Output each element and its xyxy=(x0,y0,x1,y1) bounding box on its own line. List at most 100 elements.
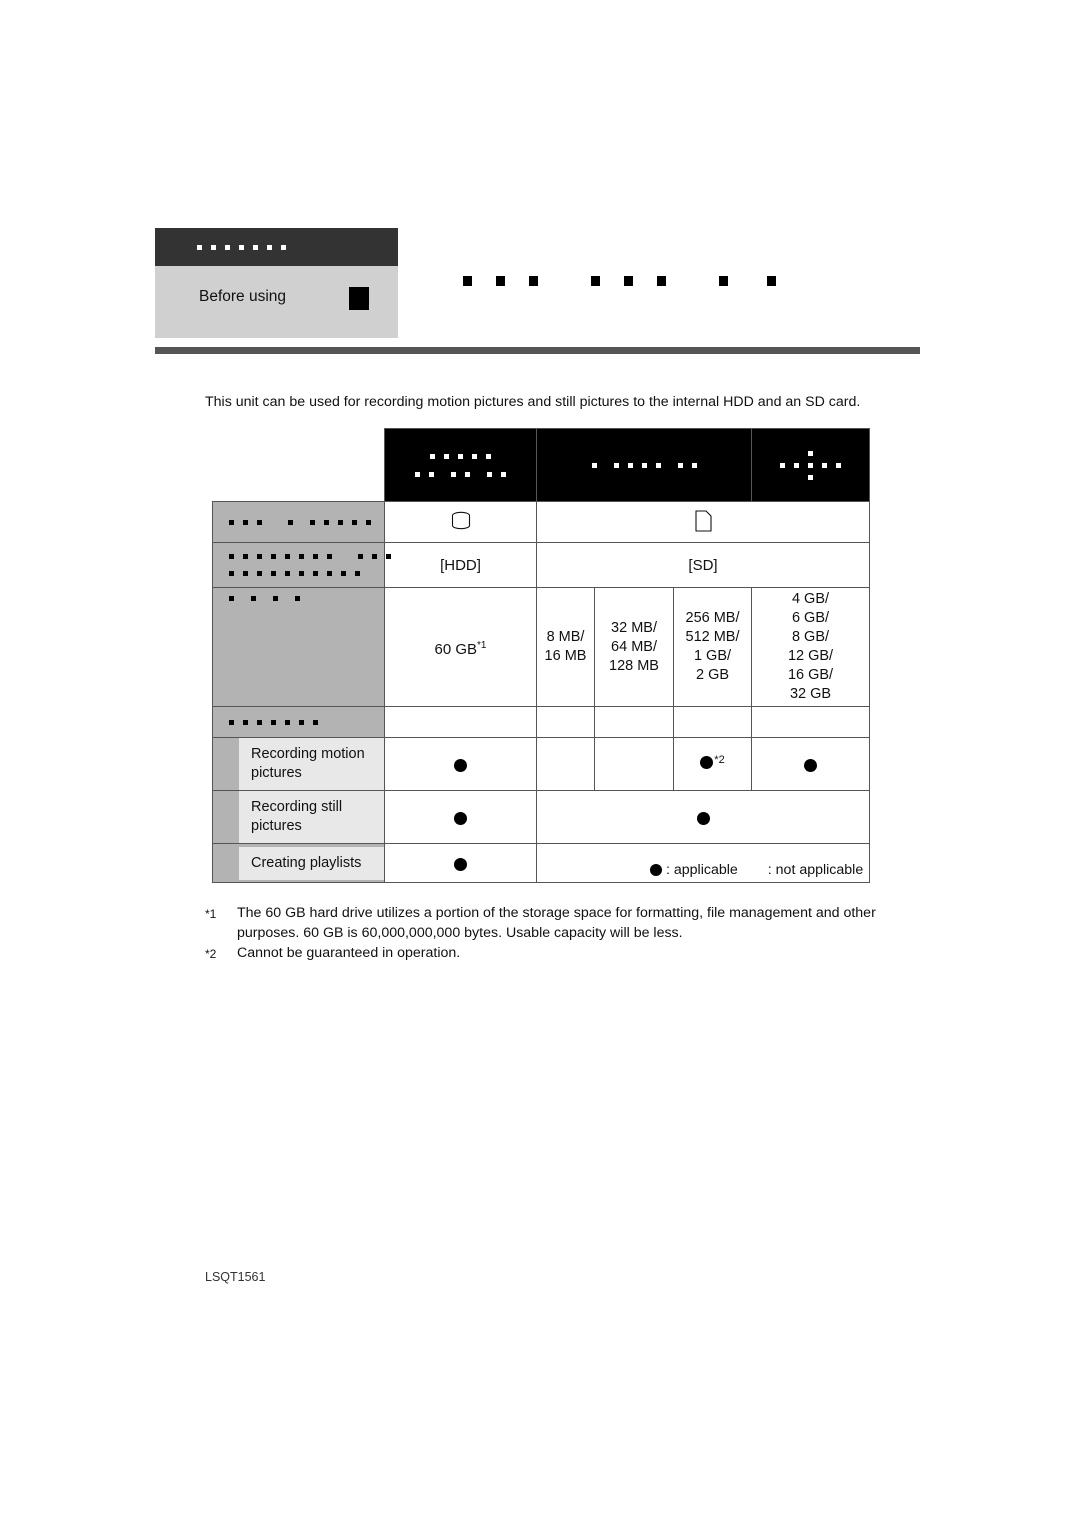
chapter-header-bar xyxy=(155,228,398,266)
redaction-dot xyxy=(267,244,272,250)
redaction-dot xyxy=(386,554,391,559)
feature-label: Creating playlists xyxy=(239,846,384,880)
sd-capacity-cell-256-2gb: 256 MB/ 512 MB/ 1 GB/ 2 GB xyxy=(672,587,753,707)
redaction-block xyxy=(719,276,728,286)
capacity-line: 128 MB xyxy=(609,657,659,674)
redaction-dot xyxy=(655,462,661,468)
header-sd-group-cell xyxy=(535,428,753,502)
applicable-bullet-icon xyxy=(454,857,467,871)
feature-group-sd-cell-8-16 xyxy=(536,706,595,738)
capacity-line: 32 MB/ xyxy=(611,619,657,636)
media-row-label-cell xyxy=(212,501,385,543)
redaction-dot xyxy=(338,519,343,525)
redaction-dot xyxy=(465,471,470,477)
capacity-line: 8 GB/ xyxy=(791,629,830,645)
feature-label-wrapper: Creating playlists xyxy=(212,843,385,883)
capacity-line: 4 GB/ xyxy=(791,591,830,607)
feature-group-sd-cell-4-32gb xyxy=(751,706,871,738)
redaction-dot xyxy=(627,462,633,468)
redaction-dot xyxy=(429,471,434,477)
redaction-dot xyxy=(358,554,363,559)
redaction-dot xyxy=(487,471,492,477)
feature-1-hdd-cell xyxy=(384,790,537,844)
redaction-dot xyxy=(257,571,262,576)
redaction-dot xyxy=(225,244,230,250)
redaction-dot xyxy=(243,519,248,525)
hdd-capacity-cell: 60 GB*1 xyxy=(384,587,537,707)
redaction-dot xyxy=(271,719,276,725)
redaction-dot xyxy=(229,554,234,559)
redaction-block xyxy=(591,276,600,286)
redaction-dot xyxy=(458,453,463,459)
capacity-line: 64 MB/ xyxy=(611,638,657,655)
redaction-dot xyxy=(299,571,304,576)
redaction-dot xyxy=(691,462,697,468)
redaction-dot xyxy=(822,462,828,468)
redaction-dot xyxy=(641,462,647,468)
redaction-block xyxy=(624,276,633,286)
redaction-dot xyxy=(288,519,293,525)
capacity-line: 256 MB/ xyxy=(685,610,740,626)
redaction-dot xyxy=(239,244,244,250)
applicable-bullet-icon xyxy=(650,864,662,876)
applicable-bullet-icon xyxy=(454,811,467,825)
tag-row-label-cell xyxy=(212,542,391,588)
sd-capacity-cell-8-16: 8 MB/ 16 MB xyxy=(536,587,595,707)
redaction-dot xyxy=(780,462,786,468)
redaction-dot xyxy=(299,719,304,725)
redaction-dot xyxy=(229,571,234,576)
redaction-block xyxy=(463,276,472,286)
redaction-dot xyxy=(355,571,360,576)
sd-capacity-cell-4-32gb: 4 GB/ 6 GB/ 8 GB/ 12 GB/ 16 GB/ 32 GB xyxy=(751,587,871,707)
redaction-dot xyxy=(430,453,435,459)
redaction-dot xyxy=(229,596,234,601)
redaction-dot xyxy=(313,571,318,576)
legend-not-applicable-text: : not applicable xyxy=(767,862,864,878)
redaction-dot xyxy=(243,571,248,576)
redaction-dot xyxy=(243,719,248,725)
redaction-dot xyxy=(197,244,202,250)
redaction-dot xyxy=(677,462,683,468)
redaction-dot xyxy=(472,453,477,459)
chapter-header-body: Before using xyxy=(155,266,398,338)
footnote: *2 Cannot be guaranteed in operation. xyxy=(205,943,885,964)
redaction-dot xyxy=(836,462,842,468)
footnotes: *1 The 60 GB hard drive utilizes a porti… xyxy=(205,903,885,964)
sd-capacity-cell-32-128: 32 MB/ 64 MB/ 128 MB xyxy=(594,587,674,707)
intro-paragraph: This unit can be used for recording moti… xyxy=(205,394,861,411)
header-hdd-group-cell xyxy=(384,428,537,502)
redaction-dot xyxy=(327,554,332,559)
applicable-bullet-icon xyxy=(696,811,710,825)
redaction-dot xyxy=(285,719,290,725)
redaction-dot xyxy=(295,596,300,601)
black-square-marker-icon xyxy=(349,287,369,310)
footnote: *1 The 60 GB hard drive utilizes a porti… xyxy=(205,903,885,943)
redaction-dot xyxy=(253,244,258,250)
redaction-dot xyxy=(372,554,377,559)
redaction-block xyxy=(529,276,538,286)
redaction-dot xyxy=(366,519,371,525)
redaction-dot xyxy=(591,462,597,468)
feature-1-sd-cell-all xyxy=(535,790,871,844)
feature-label-wrapper: Recording motion pictures xyxy=(212,737,385,791)
redaction-dot xyxy=(451,471,456,477)
hdd-capacity-value: 60 GB xyxy=(434,640,478,658)
header-sd-extra-redaction xyxy=(752,450,869,480)
footnote-text: The 60 GB hard drive utilizes a portion … xyxy=(237,905,876,941)
table-legend: : applicable : not applicable xyxy=(650,862,863,878)
redaction-dot xyxy=(257,719,262,725)
feature-0-sd-cell-8-16 xyxy=(536,737,595,791)
header-corner-cell xyxy=(212,428,385,502)
feature-group-hdd-cell xyxy=(384,706,537,738)
redaction-dot xyxy=(313,554,318,559)
hdd-tag-cell: [HDD] xyxy=(384,542,537,588)
feature-2-hdd-cell xyxy=(384,843,537,883)
table-header-row xyxy=(212,428,871,502)
redaction-dot xyxy=(808,462,814,468)
capacity-line: 8 MB/ xyxy=(546,629,585,645)
redaction-dot xyxy=(257,554,262,559)
feature-footnote-marker: *2 xyxy=(714,754,725,766)
redaction-dot xyxy=(313,719,318,725)
redaction-dot xyxy=(324,519,329,525)
chapter-header-bar-redaction xyxy=(197,244,286,250)
